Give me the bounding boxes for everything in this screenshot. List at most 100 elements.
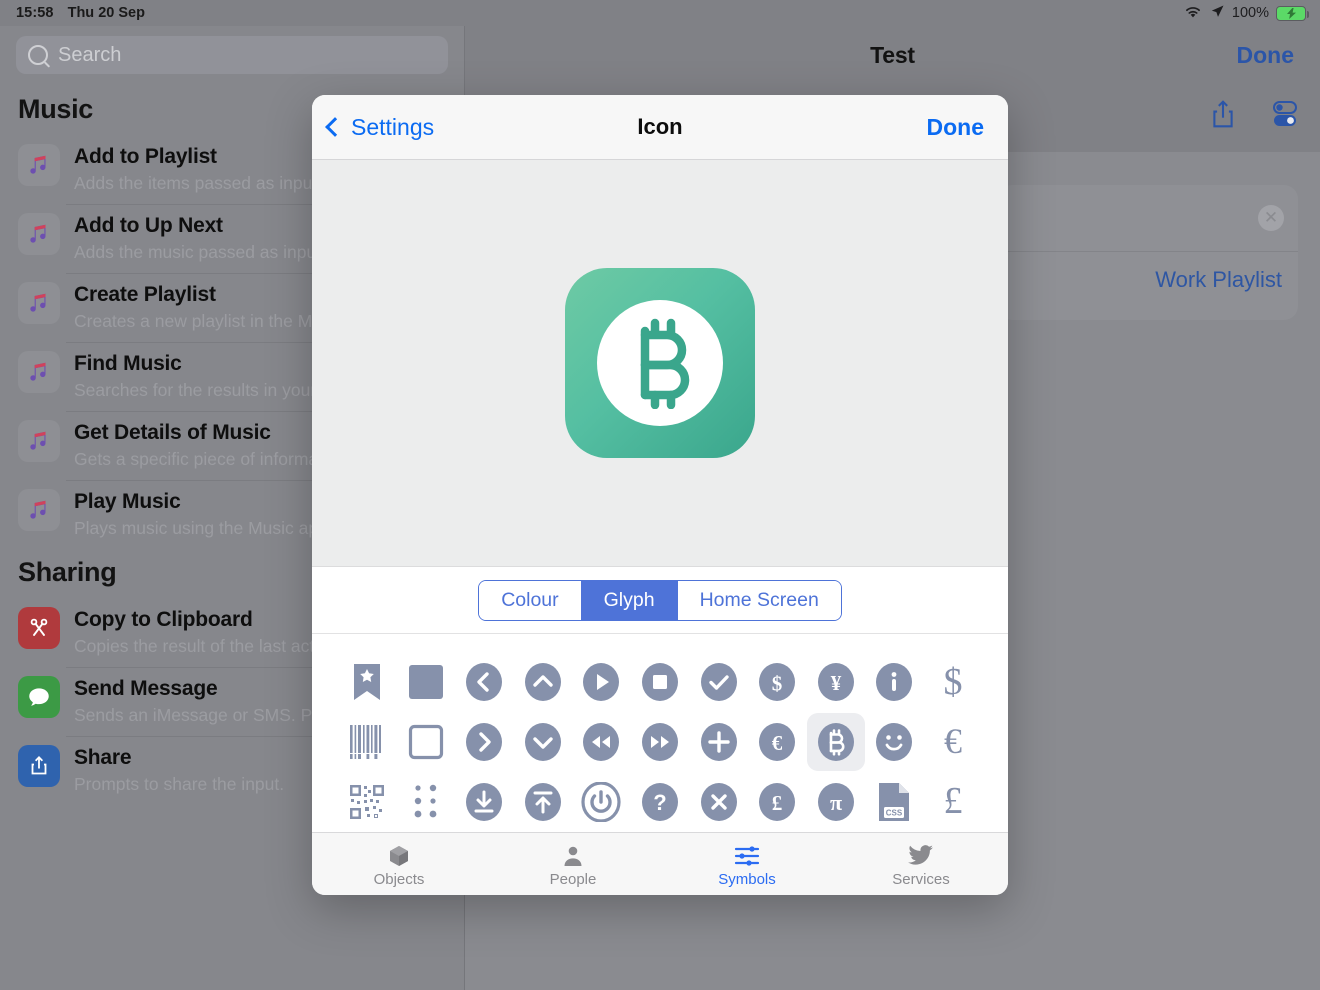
music-note-icon — [18, 420, 60, 462]
power-circle-icon[interactable] — [572, 773, 630, 831]
icon-preview-area — [312, 160, 1008, 567]
play-circle-icon[interactable] — [572, 653, 630, 711]
bitcoin-app-icon — [565, 268, 755, 458]
bitcoin-symbol-icon — [640, 318, 690, 409]
euro-sign-icon[interactable]: € — [924, 713, 982, 771]
css-file-icon[interactable]: CSS — [865, 773, 923, 831]
music-note-icon — [18, 144, 60, 186]
svg-text:€: € — [772, 731, 783, 755]
icon-mode-segmented-control: Colour Glyph Home Screen — [312, 567, 1008, 634]
svg-text:¥: ¥ — [831, 671, 842, 695]
modal-tab-bar: Objects People Symbols Services — [312, 832, 1008, 895]
checkmark-circle-icon[interactable] — [690, 653, 748, 711]
svg-text:£: £ — [772, 791, 783, 815]
location-arrow-icon — [1210, 4, 1225, 23]
euro-circle-icon[interactable]: € — [748, 713, 806, 771]
search-container[interactable]: Search — [0, 26, 464, 86]
search-input[interactable]: Search — [16, 36, 448, 74]
sliders-icon — [734, 846, 760, 866]
stop-circle-icon[interactable] — [631, 653, 689, 711]
wifi-icon — [1183, 4, 1203, 23]
segment-glyph[interactable]: Glyph — [580, 580, 677, 620]
modal-nav-bar: Settings Icon Done — [312, 95, 1008, 160]
svg-text:?: ? — [653, 790, 666, 815]
svg-text:π: π — [830, 790, 842, 815]
bitcoin-circle-icon[interactable] — [806, 713, 865, 771]
divider — [998, 251, 1298, 252]
ipad-screen: 15:58 Thu 20 Sep 100% Search Music Add t… — [0, 0, 1320, 990]
status-bar-right: 100% — [1183, 4, 1310, 23]
x-circle-icon[interactable] — [690, 773, 748, 831]
music-note-icon — [18, 489, 60, 531]
tab-symbols[interactable]: Symbols — [660, 844, 834, 888]
segment-colour[interactable]: Colour — [479, 580, 581, 620]
modal-title: Icon — [637, 114, 683, 139]
download-circle-icon[interactable] — [455, 773, 513, 831]
background-done-button[interactable]: Done — [1237, 42, 1295, 69]
pound-sign-icon[interactable]: £ — [924, 773, 982, 831]
square-filled-icon[interactable] — [397, 653, 455, 711]
plus-circle-icon[interactable] — [690, 713, 748, 771]
segment-home-screen[interactable]: Home Screen — [676, 580, 841, 620]
music-note-icon — [18, 351, 60, 393]
svg-text:$: $ — [772, 672, 783, 696]
message-bubble-icon — [18, 676, 60, 718]
search-icon — [28, 45, 48, 65]
dollar-sign-icon[interactable]: $ — [924, 653, 982, 711]
tab-people[interactable]: People — [486, 844, 660, 888]
background-nav-bar: Test Done — [465, 26, 1320, 89]
status-bar-date: Thu 20 Sep — [67, 5, 145, 21]
pi-circle-icon[interactable]: π — [807, 773, 865, 831]
glyph-row: € € — [326, 712, 994, 772]
music-note-icon — [18, 213, 60, 255]
close-icon[interactable]: ✕ — [1258, 205, 1284, 231]
chevron-down-circle-icon[interactable] — [514, 713, 572, 771]
toggles-icon[interactable] — [1266, 99, 1300, 134]
page-title: Test — [870, 42, 915, 68]
tab-services[interactable]: Services — [834, 844, 1008, 888]
info-circle-icon[interactable] — [865, 653, 923, 711]
fast-forward-circle-icon[interactable] — [631, 713, 689, 771]
question-circle-icon[interactable]: ? — [631, 773, 689, 831]
svg-text:£: £ — [943, 780, 962, 822]
glyph-row: $ ¥ $ — [326, 652, 994, 712]
chevron-up-circle-icon[interactable] — [514, 653, 572, 711]
icon-circle — [597, 300, 723, 426]
cube-icon — [390, 846, 408, 866]
share-icon — [18, 745, 60, 787]
twitter-bird-icon — [908, 845, 933, 865]
chevron-right-circle-icon[interactable] — [455, 713, 513, 771]
share-icon[interactable] — [1208, 98, 1238, 135]
glyph-row: ? £ π CSS £ — [326, 772, 994, 832]
qr-code-icon[interactable] — [338, 773, 396, 831]
status-bar: 15:58 Thu 20 Sep 100% — [0, 0, 1320, 26]
icon-picker-modal: Settings Icon Done Colour Glyph Home Scr… — [312, 95, 1008, 895]
segmented-control[interactable]: Colour Glyph Home Screen — [478, 579, 842, 621]
square-outline-icon[interactable] — [397, 713, 455, 771]
search-placeholder: Search — [58, 43, 122, 66]
battery-charging-icon — [1276, 5, 1310, 21]
tab-label: Objects — [373, 871, 425, 888]
smiley-circle-icon[interactable] — [865, 713, 923, 771]
yen-circle-icon[interactable]: ¥ — [807, 653, 865, 711]
background-card: ✕ Work Playlist — [998, 185, 1298, 320]
tab-label: People — [549, 871, 597, 888]
dollar-circle-icon[interactable]: $ — [748, 653, 806, 711]
battery-percent: 100% — [1231, 5, 1269, 21]
tab-objects[interactable]: Objects — [312, 844, 486, 888]
svg-text:$: $ — [943, 661, 962, 703]
person-icon — [564, 846, 582, 866]
tab-label: Symbols — [718, 871, 776, 888]
upload-circle-icon[interactable] — [514, 773, 572, 831]
bookmark-star-icon[interactable] — [338, 653, 396, 711]
tab-label: Services — [892, 871, 950, 888]
background-toolbar — [1208, 98, 1300, 135]
chevron-left-circle-icon[interactable] — [455, 653, 513, 711]
rewind-circle-icon[interactable] — [572, 713, 630, 771]
background-card-value[interactable]: Work Playlist — [1155, 267, 1282, 293]
barcode-icon[interactable] — [338, 713, 396, 771]
status-bar-time: 15:58 — [16, 5, 54, 21]
braille-dots-icon[interactable] — [397, 773, 455, 831]
glyph-grid: $ ¥ $ € € ? £ π CSS £ — [312, 634, 1008, 832]
pound-circle-icon[interactable]: £ — [748, 773, 806, 831]
